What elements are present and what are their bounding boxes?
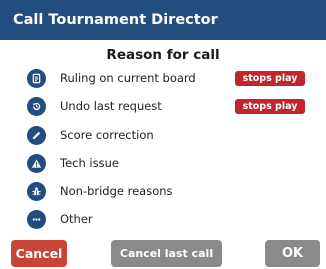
reason-label: Non-bridge reasons — [60, 184, 173, 198]
pencil-icon — [27, 125, 46, 145]
dialog-title: Call Tournament Director — [13, 12, 218, 28]
reason-label: Undo last request — [60, 99, 162, 113]
reason-label: Other — [60, 212, 93, 226]
dialog-title-bar: Call Tournament Director — [0, 0, 326, 40]
undo-icon — [27, 96, 46, 116]
bug-icon — [27, 181, 46, 201]
reason-heading: Reason for call — [106, 47, 220, 63]
stops-play-badge: stops play — [235, 99, 305, 114]
reason-ruling[interactable]: Ruling on current board stops play — [27, 67, 317, 89]
call-director-dialog: Call Tournament Director Reason for call… — [0, 0, 326, 269]
reason-label: Score correction — [60, 128, 154, 142]
stops-play-badge: stops play — [235, 71, 305, 86]
cancel-button[interactable]: Cancel — [11, 240, 67, 267]
document-icon — [27, 68, 46, 88]
reason-label: Tech issue — [60, 156, 119, 170]
reason-non-bridge[interactable]: Non-bridge reasons — [27, 180, 317, 202]
ok-button[interactable]: OK — [265, 240, 320, 267]
cancel-last-call-button[interactable]: Cancel last call — [111, 240, 222, 267]
more-icon — [27, 209, 46, 229]
warning-icon — [27, 153, 46, 173]
reason-tech-issue[interactable]: Tech issue — [27, 152, 317, 174]
reason-score-correction[interactable]: Score correction — [27, 124, 317, 146]
reason-other[interactable]: Other — [27, 208, 317, 230]
reason-label: Ruling on current board — [60, 71, 196, 85]
reason-undo[interactable]: Undo last request stops play — [27, 95, 317, 117]
